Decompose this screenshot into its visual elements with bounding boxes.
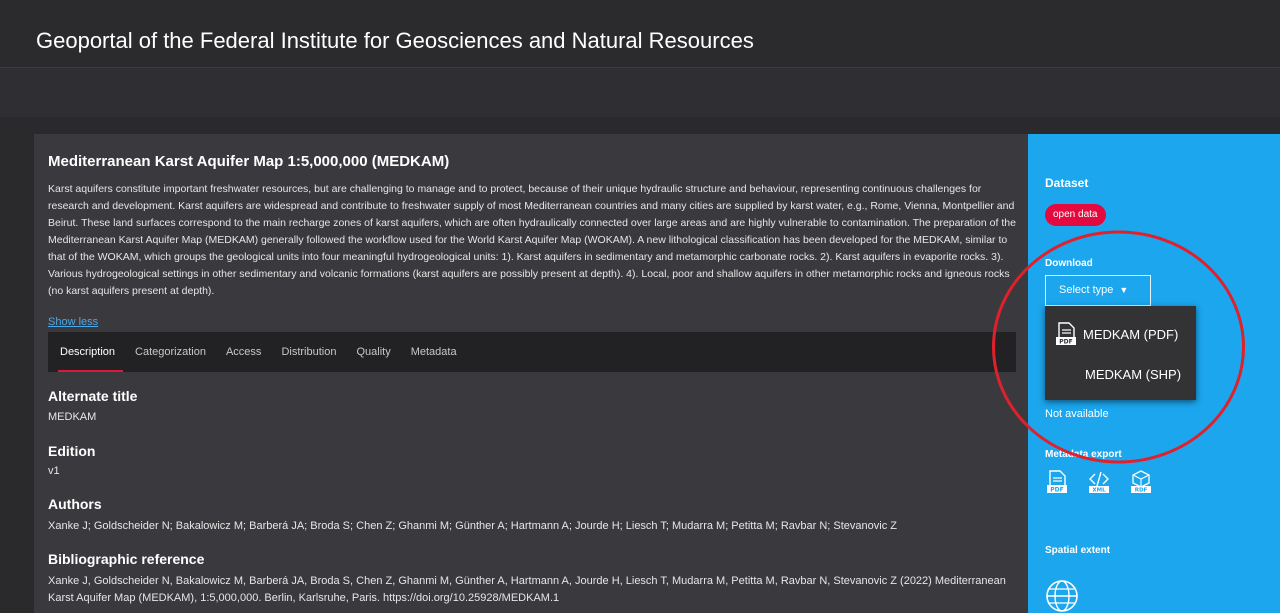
pdf-icon-label: PDF (1050, 487, 1063, 494)
spatial-extent-label: Spatial extent (1045, 545, 1111, 556)
metadata-export-label: Metadata export (1045, 449, 1122, 460)
dataset-title: Mediterranean Karst Aquifer Map 1:5,000,… (48, 153, 450, 170)
tab-quality[interactable]: Quality (356, 332, 390, 372)
rdf-icon[interactable]: RDF (1129, 470, 1153, 494)
tab-distribution[interactable]: Distribution (281, 332, 336, 372)
globe-icon[interactable] (1045, 579, 1079, 613)
dropdown-item-medkam-pdf[interactable]: PDF MEDKAM (PDF) (1045, 314, 1196, 354)
authors-value: Xanke J; Goldscheider N; Bakalowicz M; B… (48, 520, 897, 532)
not-available-text: Not available (1045, 408, 1109, 420)
xml-icon[interactable]: XML (1087, 470, 1111, 494)
open-data-badge: open data (1045, 204, 1106, 226)
dataset-card: Mediterranean Karst Aquifer Map 1:5,000,… (34, 134, 1028, 613)
alternate-title-heading: Alternate title (48, 388, 138, 404)
download-type-dropdown: PDF MEDKAM (PDF) MEDKAM (SHP) (1045, 306, 1196, 400)
select-type-label: Select type (1059, 284, 1114, 296)
dataset-abstract: Karst aquifers constitute important fres… (48, 183, 1016, 297)
pdf-file-icon-label: PDF (1059, 339, 1072, 346)
dropdown-item-label: MEDKAM (SHP) (1085, 366, 1182, 382)
alternate-title-value: MEDKAM (48, 411, 97, 423)
dropdown-item-medkam-shp[interactable]: MEDKAM (SHP) (1045, 354, 1196, 394)
chevron-down-icon: ▼ (1119, 285, 1129, 295)
bibliographic-reference-heading: Bibliographic reference (48, 551, 205, 567)
dropdown-item-label: MEDKAM (PDF) (1083, 326, 1179, 342)
edition-heading: Edition (48, 443, 96, 459)
edition-value: v1 (48, 465, 60, 477)
tab-bar: Description Categorization Access Distri… (48, 332, 1016, 372)
bibliographic-reference-value: Xanke J, Goldscheider N, Bakalowicz M, B… (48, 575, 1006, 604)
dataset-label: Dataset (1045, 176, 1089, 190)
metadata-export-icons: PDF XML RDF (1045, 470, 1171, 494)
rdf-icon-label: RDF (1135, 488, 1148, 494)
portal-title: Geoportal of the Federal Institute for G… (36, 28, 754, 53)
xml-icon-label: XML (1092, 488, 1106, 494)
pdf-file-icon: PDF (1056, 322, 1076, 346)
tab-metadata[interactable]: Metadata (411, 332, 457, 372)
select-type-button[interactable]: Select type ▼ (1045, 275, 1151, 306)
tab-categorization[interactable]: Categorization (135, 332, 206, 372)
show-less-link[interactable]: Show less (48, 316, 98, 328)
pdf-icon[interactable]: PDF (1045, 470, 1069, 494)
authors-heading: Authors (48, 496, 102, 512)
nav-bar (0, 68, 1280, 117)
tab-access[interactable]: Access (226, 332, 261, 372)
tab-description[interactable]: Description (57, 332, 124, 372)
download-label: Download (1045, 258, 1093, 269)
top-bar: Geoportal of the Federal Institute for G… (0, 0, 1280, 68)
